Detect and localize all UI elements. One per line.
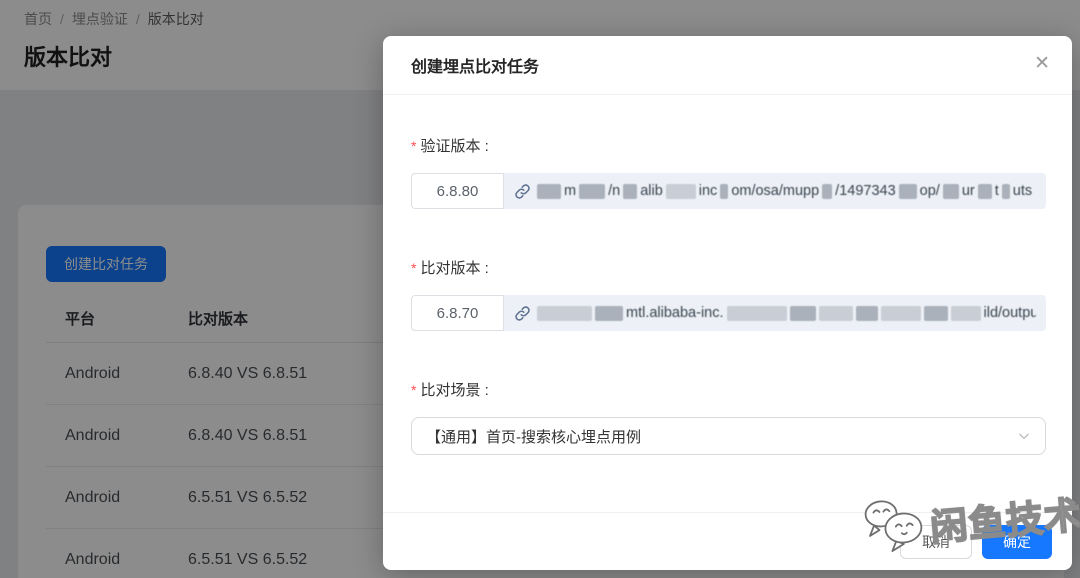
redacted-url: m/n alib inc om/osa/mupp/1497343 op/ur t uts — [537, 183, 1032, 199]
compare-version-row: mtl.alibaba-inc. ild/outputs — [411, 295, 1046, 331]
verify-version-row: m/n alib inc om/osa/mupp/1497343 op/ur tuts — [411, 173, 1046, 209]
url-fragment: om/osa/mupp — [731, 183, 820, 199]
modal-header: 创建埋点比对任务 ✕ — [383, 36, 1072, 95]
redacted-block — [720, 183, 729, 199]
modal-footer: 取消 确定 — [383, 512, 1072, 570]
field-compare-scene: * 比对场景 : 【通用】首页-搜索核心埋点用例 — [411, 379, 1046, 455]
url-fragment: mtl.alibaba-inc. — [626, 305, 724, 321]
compare-scene-select[interactable]: 【通用】首页-搜索核心埋点用例 — [411, 417, 1046, 455]
compare-version-input[interactable] — [411, 295, 504, 331]
url-fragment: t — [994, 183, 999, 199]
redacted-block — [977, 183, 992, 199]
required-asterisk: * — [411, 382, 417, 398]
url-fragment: /n — [608, 183, 621, 199]
field-compare-version: *比对版本 : mtl.alibaba-inc. ild/outputs — [411, 257, 1046, 331]
redacted-block — [950, 305, 981, 321]
verify-version-input[interactable] — [411, 173, 504, 209]
redacted-url: mtl.alibaba-inc. ild/outputs — [537, 305, 1036, 321]
redacted-block — [898, 183, 917, 199]
close-icon[interactable]: ✕ — [1034, 54, 1050, 73]
field-label: * 比对版本 : — [411, 260, 489, 277]
redacted-block — [818, 305, 853, 321]
chevron-down-icon — [1017, 429, 1031, 443]
redacted-block — [537, 305, 592, 321]
redacted-block — [665, 183, 696, 199]
url-fragment: inc — [698, 183, 718, 199]
redacted-block — [880, 305, 921, 321]
redacted-block — [579, 183, 606, 199]
url-fragment: alib — [640, 183, 663, 199]
verify-version-url-link[interactable]: m/n alib inc om/osa/mupp/1497343 op/ur t uts — [504, 173, 1046, 209]
redacted-block — [942, 183, 959, 199]
field-verify-version: *验证版本 : m/n alib inc om/osa/mupp/1497343 op/… — [411, 135, 1046, 209]
redacted-block — [595, 305, 623, 321]
redacted-block — [537, 183, 561, 199]
redacted-block — [789, 305, 816, 321]
redacted-block — [822, 183, 833, 199]
url-fragment: uts — [1012, 183, 1033, 199]
required-asterisk: * — [411, 138, 417, 154]
url-fragment: /1497343 — [835, 183, 896, 199]
url-fragment: m — [564, 183, 577, 199]
redacted-block — [1001, 183, 1010, 199]
redacted-block — [623, 183, 638, 199]
redacted-block — [923, 305, 948, 321]
link-icon — [514, 183, 531, 200]
confirm-button[interactable]: 确定 — [982, 524, 1052, 559]
required-asterisk: * — [411, 260, 417, 276]
redacted-block — [855, 305, 878, 321]
field-label: * 验证版本 : — [411, 138, 489, 155]
modal-body: *验证版本 : m/n alib inc om/osa/mupp/1497343 op/… — [383, 95, 1072, 455]
create-task-modal: 创建埋点比对任务 ✕ *验证版本 : m/n alib inc om/osa/mupp… — [383, 36, 1072, 570]
link-icon — [514, 305, 531, 322]
compare-version-url-link[interactable]: mtl.alibaba-inc. ild/outputs — [504, 295, 1046, 331]
field-label: * 比对场景 : — [411, 382, 489, 399]
selected-scene-value: 【通用】首页-搜索核心埋点用例 — [426, 428, 641, 446]
redacted-block — [726, 305, 787, 321]
url-fragment: ild/outputs — [983, 305, 1036, 321]
url-fragment: ur — [961, 183, 975, 199]
modal-title: 创建埋点比对任务 — [411, 59, 540, 76]
cancel-button[interactable]: 取消 — [900, 524, 972, 559]
url-fragment: op/ — [919, 183, 940, 199]
